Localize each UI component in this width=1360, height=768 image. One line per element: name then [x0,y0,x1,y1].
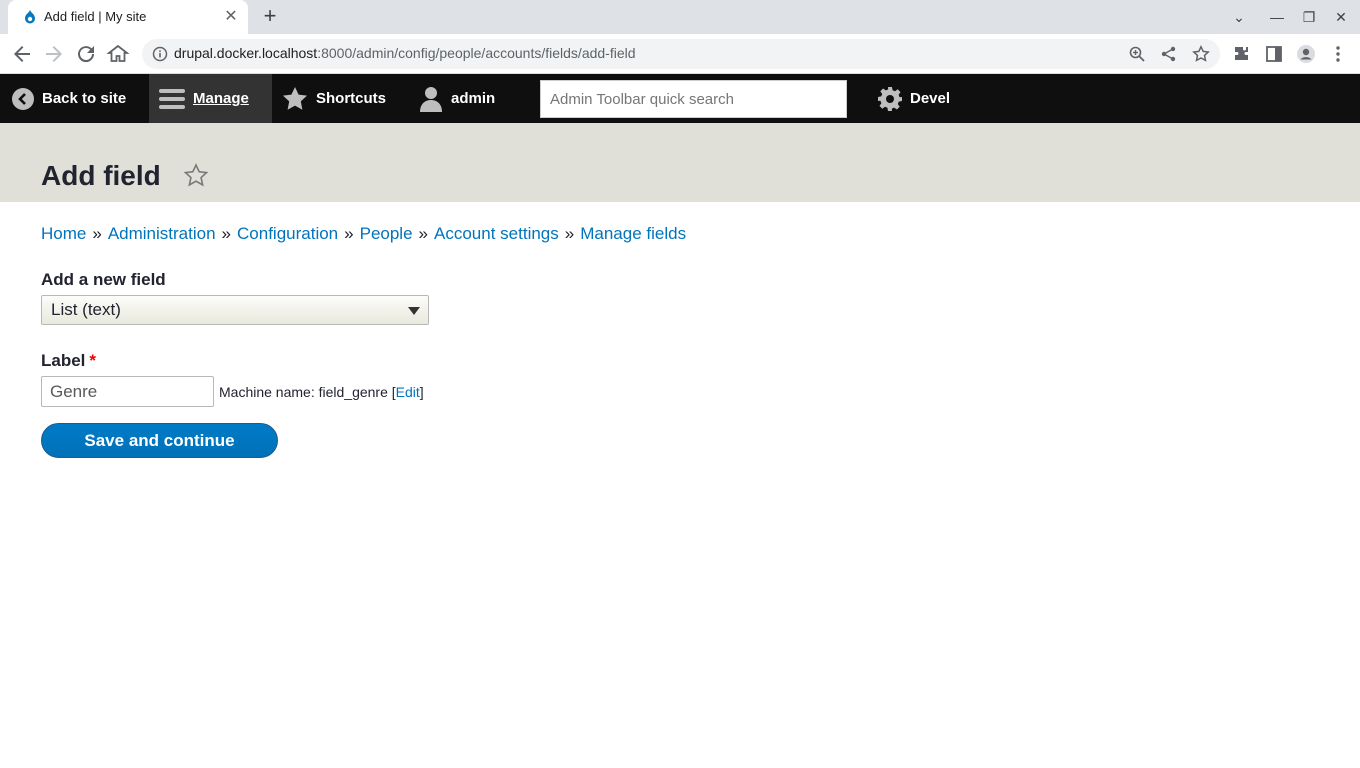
back-to-site-link[interactable]: Back to site [12,74,126,123]
breadcrumb: Home» Administration» Configuration» People… [41,224,687,243]
breadcrumb-home[interactable]: Home [41,224,86,243]
hamburger-icon [159,88,185,109]
breadcrumb-configuration[interactable]: Configuration [237,224,338,243]
close-tab-icon[interactable]: ✕ [222,8,240,26]
star-icon [283,86,307,110]
field-type-value: List (text) [51,300,121,319]
new-tab-icon[interactable]: + [258,5,282,29]
machine-name: Machine name: field_genre [Edit] [219,384,424,400]
shortcuts-tab[interactable]: Shortcuts [282,74,386,123]
breadcrumb-account-settings[interactable]: Account settings [434,224,559,243]
user-icon [420,86,442,112]
machine-name-edit-link[interactable]: Edit [396,384,420,400]
more-menu-icon[interactable] [1328,44,1348,64]
back-arrow-icon [12,87,34,110]
manage-label: Manage [193,90,249,107]
field-type-select[interactable]: List (text) [41,295,429,325]
back-icon[interactable] [10,42,34,66]
user-label: admin [451,90,496,107]
label-field-label: Label * [41,351,97,370]
restore-icon[interactable]: ❐ [1297,6,1321,28]
minimize-icon[interactable]: — [1265,6,1289,28]
browser-tabstrip: Add field | My site ✕ + ⌄ — ❐ ✕ [0,0,1360,34]
save-and-continue-button[interactable]: Save and continue [41,423,278,458]
drupal-favicon-icon [25,10,35,24]
address-bar[interactable]: drupal.docker.localhost:8000/admin/confi… [142,39,1220,69]
browser-toolbar: drupal.docker.localhost:8000/admin/confi… [0,34,1360,74]
breadcrumb-manage-fields[interactable]: Manage fields [580,224,686,243]
devel-tab[interactable]: Devel [878,74,950,123]
forward-icon[interactable] [42,42,66,66]
page-header: Add field [0,123,1360,202]
share-icon[interactable] [1160,45,1178,63]
add-field-label: Add a new field [41,270,166,289]
admin-toolbar-search-input[interactable] [540,80,847,118]
site-info-icon[interactable] [152,46,168,62]
side-panel-icon[interactable] [1264,44,1284,64]
back-to-site-label: Back to site [42,90,127,107]
shortcuts-label: Shortcuts [316,90,387,107]
home-icon[interactable] [106,42,130,66]
tab-search-icon[interactable]: ⌄ [1227,6,1251,28]
breadcrumb-people[interactable]: People [360,224,413,243]
admin-toolbar: Back to site Manage Shortcuts admin Deve… [0,74,1360,123]
shortcut-star-icon[interactable] [183,163,209,189]
tab-title: Add field | My site [44,9,147,24]
bookmark-star-icon[interactable] [1192,45,1210,63]
required-marker: * [89,351,97,370]
url-text[interactable]: drupal.docker.localhost:8000/admin/confi… [174,45,636,61]
user-tab[interactable]: admin [419,74,495,123]
dropdown-arrow-icon [408,307,420,315]
profile-icon[interactable] [1296,44,1316,64]
extensions-icon[interactable] [1232,44,1252,64]
label-input[interactable] [41,376,214,407]
browser-tab[interactable]: Add field | My site ✕ [8,0,248,34]
page-title: Add field [41,160,161,191]
gear-icon [878,86,902,111]
close-window-icon[interactable]: ✕ [1329,6,1353,28]
reload-icon[interactable] [74,42,98,66]
devel-label: Devel [910,90,951,107]
breadcrumb-administration[interactable]: Administration [108,224,216,243]
zoom-icon[interactable] [1128,45,1146,63]
manage-tab[interactable]: Manage [149,74,272,123]
